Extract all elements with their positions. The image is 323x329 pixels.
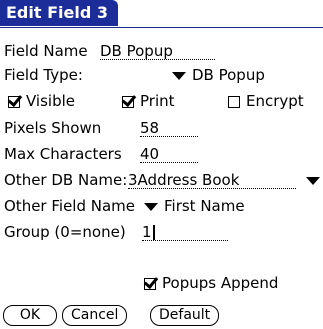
dropdown-arrow-icon [144,202,158,211]
checkbox-checked-icon [144,277,156,290]
default-button[interactable]: Default [150,305,220,326]
group-input[interactable]: 1 [142,221,228,241]
other-field-name-popup[interactable]: First Name [144,195,245,217]
checkbox-checked-icon [8,95,20,108]
field-type-popup[interactable]: DB Popup [172,64,265,86]
visible-label: Visible [26,92,75,110]
other-field-name-row: Other Field Name First Name [4,195,319,217]
pixels-shown-input[interactable]: 58 [140,117,198,137]
print-checkbox[interactable]: Print [122,90,175,112]
print-label: Print [140,92,175,110]
encrypt-checkbox[interactable]: Encrypt [228,90,304,112]
text-cursor [152,225,155,240]
max-characters-input[interactable]: 40 [140,143,198,163]
group-label: Group (0=none) [4,223,126,241]
field-name-row: Field Name DB Popup [4,40,319,62]
dropdown-arrow-icon [172,71,186,80]
popups-append-row: Popups Append [4,272,319,294]
field-type-row: Field Type: DB Popup [4,64,319,86]
group-row: Group (0=none) 1 [4,221,319,243]
encrypt-label: Encrypt [246,92,304,110]
cancel-button[interactable]: Cancel [62,305,128,326]
form-title: Edit Field 3 [0,0,118,26]
checkbox-checked-icon [122,95,134,108]
options-row: Visible Print Encrypt [4,90,322,112]
ok-button[interactable]: OK [3,305,57,326]
max-characters-row: Max Characters 40 [4,143,319,165]
other-field-name-value: First Name [164,197,245,215]
pixels-shown-label: Pixels Shown [4,119,102,137]
visible-checkbox[interactable]: Visible [8,90,75,112]
pixels-shown-row: Pixels Shown 58 [4,117,319,139]
other-db-name-row: Other DB Name: 3Address Book [4,169,322,191]
checkbox-unchecked-icon [228,95,240,108]
dropdown-arrow-icon [306,176,320,185]
other-db-name-input[interactable]: 3Address Book [128,169,296,189]
other-db-dropdown[interactable] [306,169,320,191]
other-field-name-label: Other Field Name [4,197,136,215]
popups-append-checkbox[interactable]: Popups Append [144,272,278,294]
title-bar: Edit Field 3 [0,0,323,28]
other-db-name-label: Other DB Name: [4,171,128,189]
group-value: 1 [142,223,152,241]
field-name-label: Field Name [4,42,88,60]
popups-append-label: Popups Append [162,274,279,292]
field-name-input[interactable]: DB Popup [100,40,215,60]
field-type-value: DB Popup [192,66,265,84]
max-characters-label: Max Characters [4,145,122,163]
field-type-label: Field Type: [4,66,83,84]
